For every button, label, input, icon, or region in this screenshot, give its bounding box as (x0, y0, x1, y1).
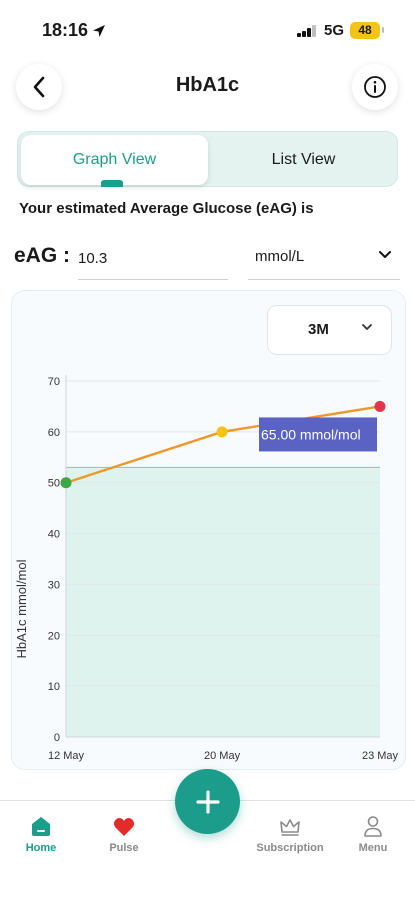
x-tick-label: 12 May (48, 750, 85, 762)
chart-card: 3M 0 10 20 30 40 50 60 70 12 May 20 May 23 May Hb… (11, 290, 406, 770)
plus-icon (195, 789, 220, 814)
unit-select-value: mmol/L (255, 248, 305, 265)
battery-tip (382, 27, 384, 33)
target-range-band (66, 467, 380, 737)
info-circle-icon (364, 76, 386, 98)
active-tab-indicator (101, 180, 123, 187)
add-reading-button[interactable] (175, 769, 240, 834)
nav-label-subscription: Subscription (256, 842, 324, 854)
nav-label-home: Home (25, 842, 57, 854)
location-arrow-icon (93, 25, 105, 37)
cellular-signal-icon (297, 25, 319, 37)
tab-graph-view[interactable]: Graph View (21, 135, 208, 185)
nav-item-menu[interactable]: Menu (328, 809, 415, 854)
y-tick-label: 20 (48, 630, 60, 642)
data-tooltip: 65.00 mmol/mol (259, 417, 377, 452)
nav-item-pulse[interactable]: Pulse (79, 809, 169, 854)
battery-icon: 48 (350, 22, 380, 39)
unit-select[interactable]: mmol/L (248, 240, 400, 280)
view-toggle: Graph View List View (17, 131, 398, 187)
x-axis-ticks: 12 May 20 May 23 May (48, 750, 399, 762)
hba1c-line-chart: 0 10 20 30 40 50 60 70 12 May 20 May 23 May HbA1c… (14, 375, 399, 762)
heart-icon (113, 818, 135, 836)
eag-caption: Your estimated Average Glucose (eAG) is (19, 200, 314, 217)
user-icon (364, 816, 382, 837)
nav-label-pulse: Pulse (109, 842, 139, 854)
home-icon (32, 817, 50, 836)
nav-item-subscription[interactable]: Subscription (245, 809, 335, 854)
data-point[interactable] (374, 400, 386, 412)
data-point[interactable] (60, 477, 72, 489)
info-button[interactable] (352, 64, 398, 110)
y-axis-ticks: 0 10 20 30 40 50 60 70 (48, 376, 60, 744)
crown-icon (280, 819, 300, 836)
x-tick-label: 23 May (362, 750, 399, 762)
x-tick-label: 20 May (204, 750, 241, 762)
y-axis-label: HbA1c mmol/mol (14, 559, 29, 658)
tab-list-view[interactable]: List View (211, 135, 396, 185)
nav-item-home[interactable]: Home (0, 809, 86, 854)
network-label: 5G (324, 22, 345, 39)
data-point[interactable] (216, 426, 228, 438)
y-tick-label: 0 (54, 732, 60, 744)
chevron-down-icon (379, 251, 391, 258)
y-tick-label: 60 (48, 427, 60, 439)
y-tick-label: 40 (48, 529, 60, 541)
nav-label-menu: Menu (358, 842, 388, 854)
y-tick-label: 50 (48, 478, 60, 490)
header: HbA1c (0, 62, 415, 114)
eag-label: eAG : (14, 244, 71, 267)
status-bar: 18:16 5G 48 (0, 0, 415, 62)
y-tick-label: 70 (48, 376, 60, 388)
tooltip-text: 65.00 mmol/mol (261, 426, 361, 442)
y-tick-label: 30 (48, 579, 60, 591)
status-time: 18:16 (42, 20, 89, 40)
y-tick-label: 10 (48, 681, 60, 693)
eag-value-field[interactable]: 10.3 (78, 250, 228, 280)
